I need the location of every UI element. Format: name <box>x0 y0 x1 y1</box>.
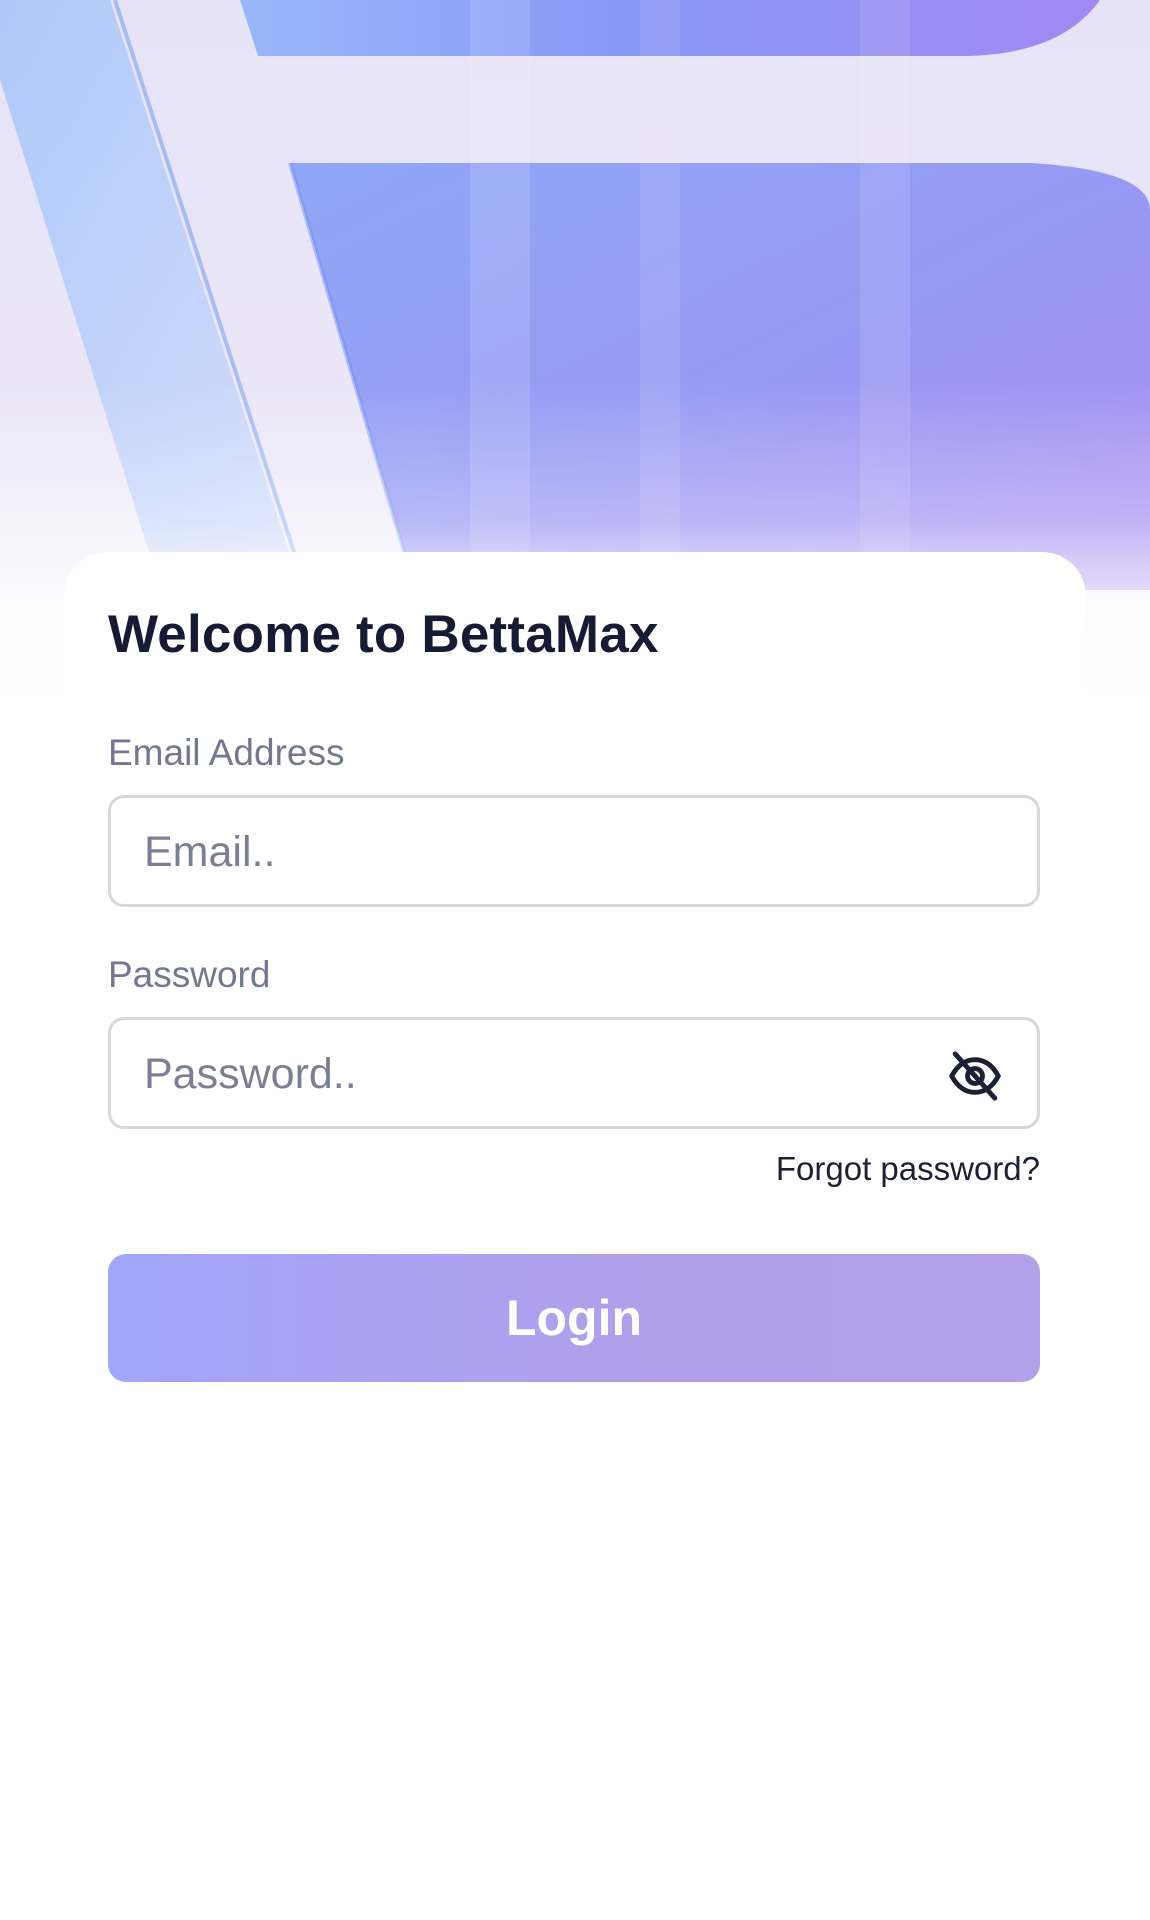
eye-off-icon[interactable] <box>947 1048 1003 1104</box>
login-button[interactable]: Login <box>108 1254 1040 1382</box>
forgot-password-link[interactable]: Forgot password? <box>776 1150 1040 1188</box>
password-input[interactable] <box>142 1020 886 1128</box>
email-field-container[interactable] <box>108 795 1040 907</box>
email-input[interactable] <box>142 798 966 906</box>
login-screen: Welcome to BettaMax Email Address Passwo… <box>0 0 1150 1920</box>
page-title: Welcome to BettaMax <box>108 605 659 664</box>
password-field-container[interactable] <box>108 1017 1040 1129</box>
password-label: Password <box>108 954 271 995</box>
login-card: Welcome to BettaMax Email Address Passwo… <box>64 552 1086 1412</box>
email-label: Email Address <box>108 732 345 773</box>
